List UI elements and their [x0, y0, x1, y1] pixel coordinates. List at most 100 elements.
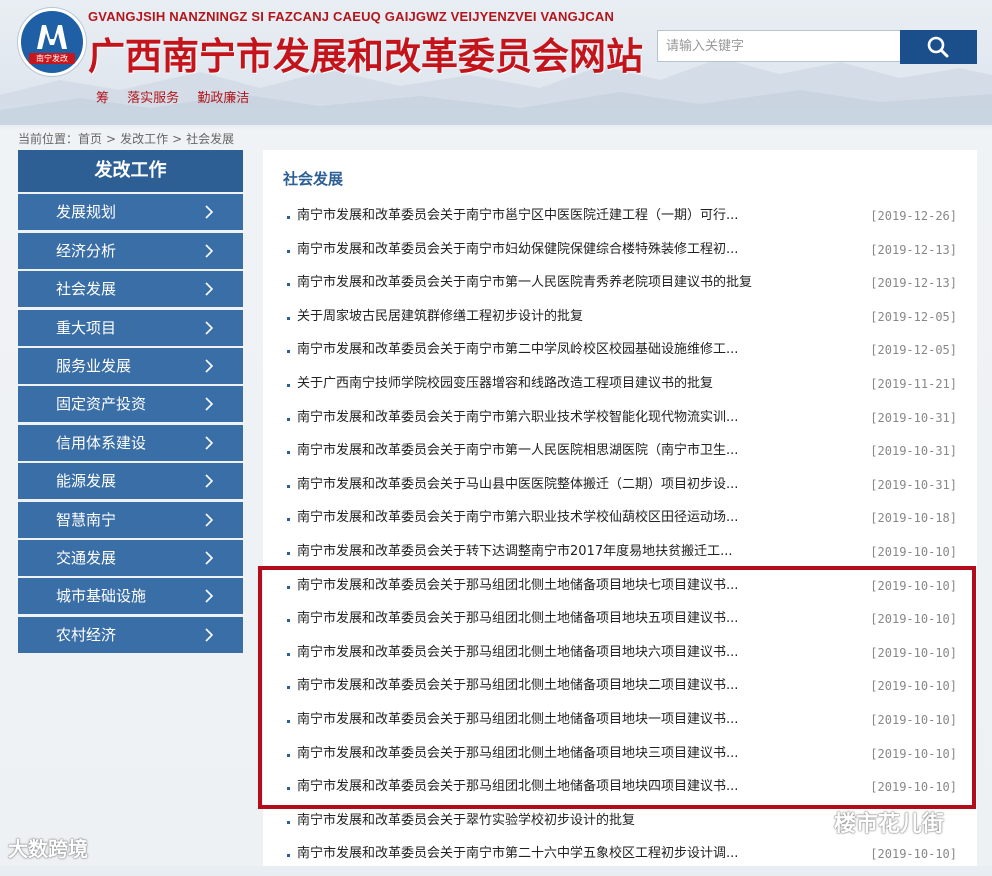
- bullet-icon: [287, 551, 290, 555]
- sidebar-item-label: 服务业发展: [56, 356, 132, 375]
- chevron-right-icon: [205, 628, 214, 642]
- bullet-icon: [287, 686, 290, 690]
- article-link[interactable]: 南宁市发展和改革委员会关于翠竹实验学校初步设计的批复: [297, 809, 777, 833]
- main-content: 社会发展 南宁市发展和改革委员会关于南宁市邕宁区中医医院迁建工程（一期）可行..…: [263, 150, 977, 866]
- article-date: [2019-10-10]: [870, 746, 957, 761]
- breadcrumb-current[interactable]: 社会发展: [186, 132, 234, 146]
- sidebar-item[interactable]: 城市基础设施: [18, 578, 243, 615]
- sidebar-item-label: 智慧南宁: [56, 510, 117, 529]
- article-link[interactable]: 南宁市发展和改革委员会关于那马组团北侧土地储备项目地块四项目建议书...: [297, 775, 777, 799]
- search-button[interactable]: [900, 30, 977, 64]
- list-item: 南宁市发展和改革委员会关于那马组团北侧土地储备项目地块一项目建议书... [201…: [263, 708, 977, 742]
- article-link[interactable]: 南宁市发展和改革委员会关于南宁市邕宁区中医医院迁建工程（一期）可行...: [297, 204, 777, 228]
- chevron-right-icon: [205, 320, 214, 335]
- article-date: [2019-10-10]: [870, 712, 957, 727]
- list-item: 南宁市发展和改革委员会关于那马组团北侧土地储备项目地块三项目建议书... [201…: [263, 742, 977, 776]
- article-link[interactable]: 南宁市发展和改革委员会关于那马组团北侧土地储备项目地块五项目建议书...: [297, 607, 777, 631]
- list-item: 南宁市发展和改革委员会关于南宁市第二中学凤岭校区校园基础设施维修工... [201…: [263, 338, 977, 372]
- bullet-icon: [287, 316, 290, 320]
- sidebar-item[interactable]: 交通发展: [18, 539, 243, 576]
- bullet-icon: [287, 585, 290, 589]
- article-link[interactable]: 南宁市发展和改革委员会关于南宁市第一人民医院相思湖医院（南宁市卫生...: [297, 439, 777, 463]
- search-icon: [927, 36, 949, 58]
- article-link[interactable]: 关于广西南宁技师学院校园变压器增容和线路改造工程项目建议书的批复: [297, 372, 777, 396]
- sidebar-item[interactable]: 信用体系建设: [18, 424, 243, 461]
- list-item: 南宁市发展和改革委员会关于南宁市第一人民医院青秀养老院项目建议书的批复 [2019…: [263, 271, 977, 305]
- article-date: [2019-10-18]: [870, 511, 957, 526]
- article-date: [2019-10-10]: [870, 645, 957, 660]
- breadcrumb-separator: >: [172, 132, 183, 146]
- bullet-icon: [287, 216, 290, 219]
- sidebar-item[interactable]: 能源发展: [18, 463, 243, 500]
- sidebar-item-label: 城市基础设施: [56, 587, 147, 606]
- article-date: [2019-10-10]: [870, 612, 957, 627]
- list-item: 南宁市发展和改革委员会关于那马组团北侧土地储备项目地块二项目建议书... [201…: [263, 674, 977, 708]
- sidebar-item-label: 信用体系建设: [56, 433, 147, 452]
- watermark-right: 楼市花儿街: [800, 806, 944, 838]
- article-date: [2019-10-10]: [870, 544, 957, 559]
- sidebar-item[interactable]: 重大项目: [18, 309, 243, 346]
- list-item: 南宁市发展和改革委员会关于南宁市邕宁区中医医院迁建工程（一期）可行... [201…: [263, 204, 977, 238]
- article-link[interactable]: 南宁市发展和改革委员会关于南宁市第一人民医院青秀养老院项目建议书的批复: [297, 271, 777, 295]
- chat-bubble-icon: [801, 815, 828, 835]
- chevron-right-icon: [205, 205, 214, 219]
- site-title-pinyin: GVANGJSIH NANZNINGZ SI FAZCANJ CAEUQ GAI…: [88, 9, 615, 24]
- chevron-right-icon: [205, 359, 214, 373]
- article-link[interactable]: 南宁市发展和改革委员会关于那马组团北侧土地储备项目地块六项目建议书...: [297, 641, 777, 665]
- article-link[interactable]: 南宁市发展和改革委员会关于那马组团北侧土地储备项目地块三项目建议书...: [297, 742, 777, 766]
- list-item: 南宁市发展和改革委员会关于那马组团北侧土地储备项目地块五项目建议书... [201…: [263, 607, 977, 641]
- article-date: [2019-10-31]: [870, 410, 957, 425]
- sidebar-item-label: 固定资产投资: [56, 395, 147, 414]
- quick-link[interactable]: 筹: [96, 91, 109, 106]
- article-link[interactable]: 南宁市发展和改革委员会关于马山县中医医院整体搬迁（二期）项目初步设...: [297, 473, 777, 497]
- article-date: [2019-10-10]: [870, 578, 957, 593]
- list-item: 南宁市发展和改革委员会关于马山县中医医院整体搬迁（二期）项目初步设... [201…: [263, 473, 977, 507]
- search-input[interactable]: [657, 30, 901, 62]
- sidebar-item[interactable]: 智慧南宁: [18, 501, 243, 538]
- list-item: 南宁市发展和改革委员会关于南宁市妇幼保健院保健综合楼特殊装修工程初... [201…: [263, 238, 977, 272]
- article-date: [2019-10-31]: [870, 444, 957, 459]
- quick-link[interactable]: 勤政廉洁: [197, 91, 249, 106]
- article-link[interactable]: 南宁市发展和改革委员会关于南宁市第二中学凤岭校区校园基础设施维修工...: [297, 338, 777, 362]
- article-list: 南宁市发展和改革委员会关于南宁市邕宁区中医医院迁建工程（一期）可行... [201…: [263, 204, 977, 876]
- sidebar-item-label: 交通发展: [56, 548, 117, 567]
- article-link[interactable]: 南宁市发展和改革委员会关于南宁市第六职业技术学校智能化现代物流实训...: [297, 406, 777, 430]
- chevron-right-icon: [205, 589, 214, 603]
- bullet-icon: [287, 283, 290, 287]
- breadcrumb-separator: >: [106, 132, 117, 146]
- breadcrumb-section[interactable]: 发改工作: [120, 132, 168, 146]
- site-logo[interactable]: 南宁发改: [18, 8, 86, 76]
- quick-links: 筹 落实服务 勤政廉洁: [96, 87, 263, 106]
- article-link[interactable]: 南宁市发展和改革委员会关于南宁市第六职业技术学校仙葫校区田径运动场...: [297, 506, 777, 530]
- bullet-icon: [287, 820, 290, 824]
- article-link[interactable]: 南宁市发展和改革委员会关于那马组团北侧土地储备项目地块二项目建议书...: [297, 674, 777, 698]
- article-link[interactable]: 关于周家坡古民居建筑群修缮工程初步设计的批复: [297, 305, 777, 329]
- article-link[interactable]: 南宁市发展和改革委员会关于那马组团北侧土地储备项目地块一项目建议书...: [297, 708, 777, 732]
- chevron-right-icon: [205, 244, 214, 258]
- article-link[interactable]: 南宁市发展和改革委员会关于南宁市第二十六中学五象校区工程初步设计调...: [297, 842, 777, 866]
- chevron-right-icon: [205, 282, 214, 296]
- sidebar-item[interactable]: 农村经济: [18, 616, 243, 653]
- quick-link[interactable]: 落实服务: [127, 91, 179, 106]
- sidebar-item-label: 重大项目: [56, 318, 117, 337]
- search-bar: [657, 30, 977, 64]
- chevron-right-icon: [205, 512, 214, 527]
- sidebar-item[interactable]: 固定资产投资: [18, 386, 243, 423]
- article-link[interactable]: 南宁市发展和改革委员会关于那马组团北侧土地储备项目地块七项目建议书...: [297, 574, 777, 598]
- bullet-icon: [287, 417, 290, 421]
- site-header: 南宁发改 GVANGJSIH NANZNINGZ SI FAZCANJ CAEU…: [0, 0, 992, 125]
- sidebar-item[interactable]: 社会发展: [18, 271, 243, 308]
- article-link[interactable]: 南宁市发展和改革委员会关于转下达调整南宁市2017年度易地扶贫搬迁工...: [297, 540, 777, 564]
- list-item: 关于广西南宁技师学院校园变压器增容和线路改造工程项目建议书的批复 [2019-11…: [263, 372, 977, 406]
- bullet-icon: [287, 383, 290, 387]
- sidebar-item[interactable]: 发展规划: [18, 194, 243, 231]
- breadcrumb-prefix: 当前位置：: [18, 132, 79, 146]
- watermark-left: 大数跨境: [8, 837, 88, 861]
- article-link[interactable]: 南宁市发展和改革委员会关于南宁市妇幼保健院保健综合楼特殊装修工程初...: [297, 238, 777, 262]
- breadcrumb: 当前位置：首页 > 发改工作 > 社会发展: [18, 130, 234, 147]
- sidebar-item[interactable]: 经济分析: [18, 232, 243, 269]
- breadcrumb-home[interactable]: 首页: [78, 132, 102, 146]
- article-date: [2019-10-10]: [870, 780, 957, 795]
- bullet-icon: [287, 249, 290, 253]
- sidebar-item[interactable]: 服务业发展: [18, 347, 243, 384]
